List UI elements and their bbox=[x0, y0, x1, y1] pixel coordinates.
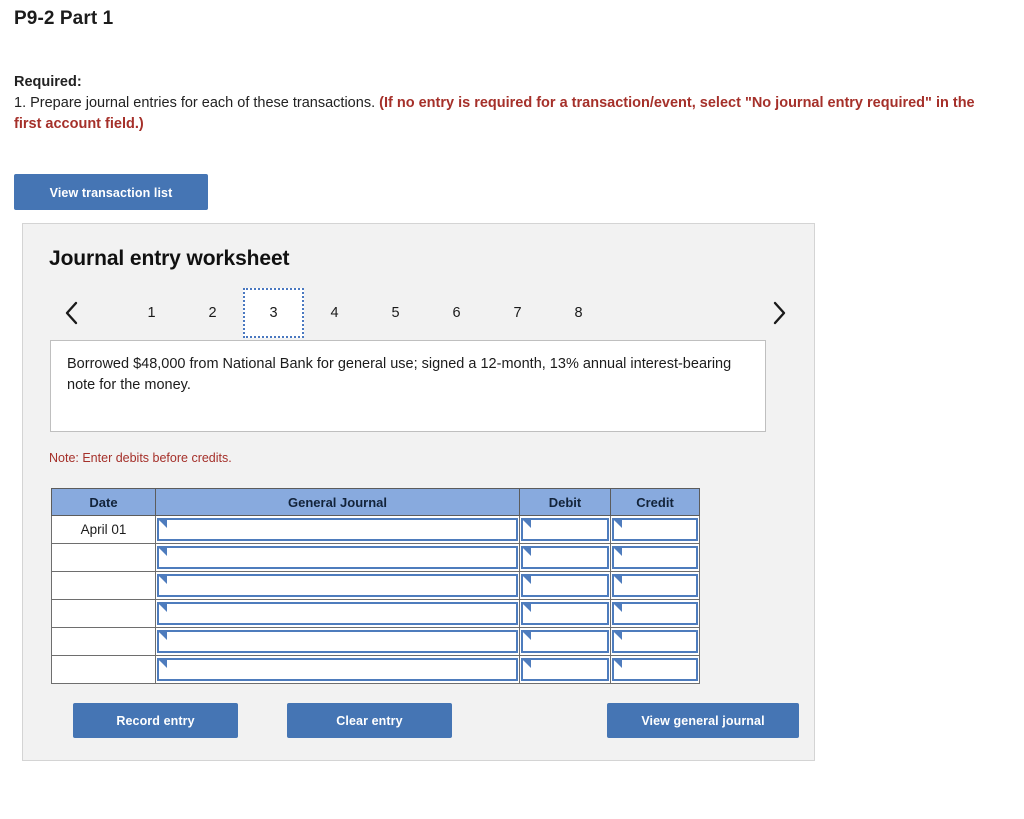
general-journal-account-select[interactable] bbox=[157, 630, 518, 653]
debit-input[interactable] bbox=[521, 546, 609, 569]
dropdown-marker-icon bbox=[523, 520, 531, 528]
dropdown-marker-icon bbox=[614, 604, 622, 612]
general-journal-account-select[interactable] bbox=[157, 518, 518, 541]
dropdown-marker-icon bbox=[614, 548, 622, 556]
credit-cell[interactable] bbox=[610, 627, 700, 656]
credit-input[interactable] bbox=[612, 574, 698, 597]
table-row bbox=[51, 599, 700, 628]
worksheet-tab-1[interactable]: 1 bbox=[121, 290, 182, 336]
view-general-journal-button[interactable]: View general journal bbox=[607, 703, 799, 738]
date-cell[interactable]: April 01 bbox=[51, 515, 156, 544]
journal-entry-table: Date General Journal Debit Credit April … bbox=[51, 488, 700, 684]
general-journal-account-select[interactable] bbox=[157, 658, 518, 681]
required-section: Required: 1. Prepare journal entries for… bbox=[14, 72, 999, 135]
worksheet-tab-6[interactable]: 6 bbox=[426, 290, 487, 336]
general-journal-cell[interactable] bbox=[155, 571, 520, 600]
chevron-right-icon[interactable] bbox=[764, 290, 794, 336]
clear-entry-button[interactable]: Clear entry bbox=[287, 703, 452, 738]
general-journal-cell[interactable] bbox=[155, 543, 520, 572]
credit-input[interactable] bbox=[612, 602, 698, 625]
worksheet-tab-8[interactable]: 8 bbox=[548, 290, 609, 336]
column-header-debit: Debit bbox=[519, 488, 611, 516]
debit-cell[interactable] bbox=[519, 571, 611, 600]
journal-entry-worksheet-panel: Journal entry worksheet 1 2 3 4 5 6 7 8 bbox=[22, 223, 815, 761]
table-row bbox=[51, 627, 700, 656]
column-header-credit: Credit bbox=[610, 488, 700, 516]
general-journal-account-select[interactable] bbox=[157, 602, 518, 625]
general-journal-account-select[interactable] bbox=[157, 574, 518, 597]
required-instruction: 1. Prepare journal entries for each of t… bbox=[14, 93, 999, 135]
dropdown-marker-icon bbox=[523, 632, 531, 640]
credit-input[interactable] bbox=[612, 546, 698, 569]
dropdown-marker-icon bbox=[614, 660, 622, 668]
debit-cell[interactable] bbox=[519, 627, 611, 656]
credit-cell[interactable] bbox=[610, 543, 700, 572]
dropdown-marker-icon bbox=[523, 604, 531, 612]
date-cell[interactable] bbox=[51, 543, 156, 572]
dropdown-marker-icon bbox=[159, 520, 167, 528]
debits-before-credits-note: Note: Enter debits before credits. bbox=[49, 451, 232, 465]
dropdown-marker-icon bbox=[159, 660, 167, 668]
dropdown-marker-icon bbox=[523, 548, 531, 556]
worksheet-tab-4[interactable]: 4 bbox=[304, 290, 365, 336]
credit-cell[interactable] bbox=[610, 655, 700, 684]
column-header-general-journal: General Journal bbox=[155, 488, 520, 516]
table-row bbox=[51, 655, 700, 684]
worksheet-tab-3[interactable]: 3 bbox=[243, 288, 304, 338]
credit-input[interactable] bbox=[612, 658, 698, 681]
dropdown-marker-icon bbox=[614, 632, 622, 640]
required-instruction-text: 1. Prepare journal entries for each of t… bbox=[14, 95, 376, 111]
date-cell[interactable] bbox=[51, 599, 156, 628]
dropdown-marker-icon bbox=[159, 604, 167, 612]
table-header-row: Date General Journal Debit Credit bbox=[51, 488, 700, 516]
dropdown-marker-icon bbox=[614, 520, 622, 528]
view-transaction-list-button[interactable]: View transaction list bbox=[14, 174, 208, 210]
worksheet-tab-2[interactable]: 2 bbox=[182, 290, 243, 336]
table-row bbox=[51, 571, 700, 600]
debit-input[interactable] bbox=[521, 630, 609, 653]
worksheet-tab-7[interactable]: 7 bbox=[487, 290, 548, 336]
page-title: P9-2 Part 1 bbox=[14, 8, 114, 29]
debit-input[interactable] bbox=[521, 658, 609, 681]
dropdown-marker-icon bbox=[159, 548, 167, 556]
worksheet-tab-5[interactable]: 5 bbox=[365, 290, 426, 336]
general-journal-account-select[interactable] bbox=[157, 546, 518, 569]
column-header-date: Date bbox=[51, 488, 156, 516]
general-journal-cell[interactable] bbox=[155, 627, 520, 656]
worksheet-title: Journal entry worksheet bbox=[49, 247, 290, 270]
debit-input[interactable] bbox=[521, 602, 609, 625]
chevron-left-icon[interactable] bbox=[57, 290, 87, 336]
worksheet-tabs: 1 2 3 4 5 6 7 8 bbox=[121, 288, 609, 338]
general-journal-cell[interactable] bbox=[155, 599, 520, 628]
general-journal-cell[interactable] bbox=[155, 515, 520, 544]
transaction-description: Borrowed $48,000 from National Bank for … bbox=[50, 340, 766, 432]
credit-cell[interactable] bbox=[610, 599, 700, 628]
debit-cell[interactable] bbox=[519, 515, 611, 544]
general-journal-cell[interactable] bbox=[155, 655, 520, 684]
date-cell[interactable] bbox=[51, 571, 156, 600]
dropdown-marker-icon bbox=[159, 576, 167, 584]
required-label: Required: bbox=[14, 74, 82, 90]
dropdown-marker-icon bbox=[523, 660, 531, 668]
date-cell[interactable] bbox=[51, 655, 156, 684]
debit-cell[interactable] bbox=[519, 599, 611, 628]
table-row bbox=[51, 543, 700, 572]
record-entry-button[interactable]: Record entry bbox=[73, 703, 238, 738]
debit-cell[interactable] bbox=[519, 543, 611, 572]
dropdown-marker-icon bbox=[523, 576, 531, 584]
credit-cell[interactable] bbox=[610, 571, 700, 600]
credit-cell[interactable] bbox=[610, 515, 700, 544]
debit-input[interactable] bbox=[521, 574, 609, 597]
dropdown-marker-icon bbox=[614, 576, 622, 584]
worksheet-tab-strip: 1 2 3 4 5 6 7 8 bbox=[49, 288, 794, 338]
debit-cell[interactable] bbox=[519, 655, 611, 684]
credit-input[interactable] bbox=[612, 630, 698, 653]
table-row: April 01 bbox=[51, 515, 700, 544]
date-cell[interactable] bbox=[51, 627, 156, 656]
credit-input[interactable] bbox=[612, 518, 698, 541]
dropdown-marker-icon bbox=[159, 632, 167, 640]
page-root: P9-2 Part 1 Required: 1. Prepare journal… bbox=[0, 0, 1024, 819]
debit-input[interactable] bbox=[521, 518, 609, 541]
